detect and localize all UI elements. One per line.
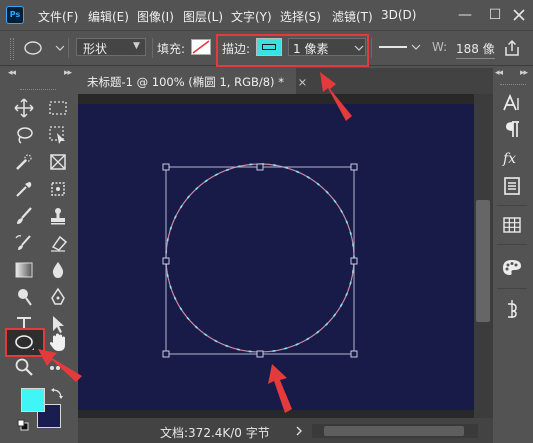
annotation-arrows	[38, 72, 352, 413]
arrow-to-ellipse-tool	[38, 349, 82, 382]
arrow-to-stroke-settings	[320, 72, 352, 121]
arrow-to-ellipse-shape	[268, 364, 292, 413]
